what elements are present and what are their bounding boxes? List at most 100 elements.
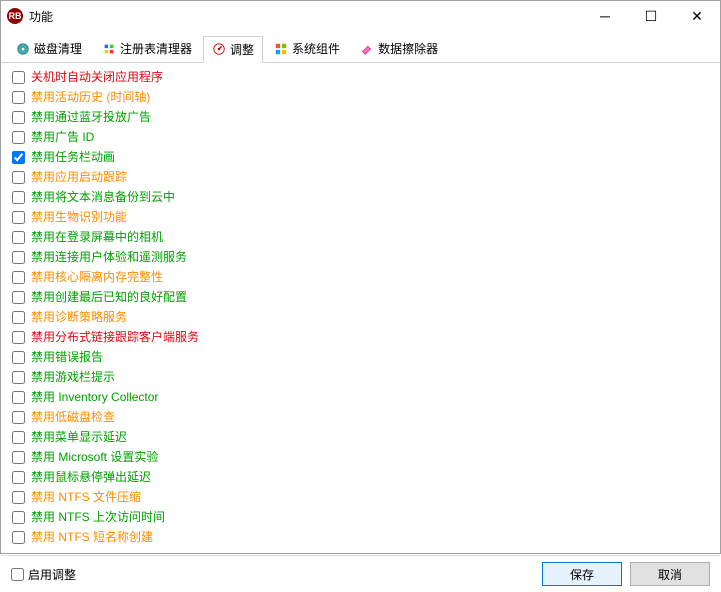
list-item[interactable]: 禁用鼠标悬停弹出延迟: [9, 467, 712, 487]
list-item[interactable]: 禁用核心隔离内存完整性: [9, 267, 712, 287]
item-checkbox[interactable]: [12, 371, 25, 384]
list-item[interactable]: 禁用通过蓝牙投放广告: [9, 107, 712, 127]
list-item[interactable]: 禁用 NTFS 上次访问时间: [9, 507, 712, 527]
item-checkbox[interactable]: [12, 231, 25, 244]
item-label: 禁用在登录屏幕中的相机: [31, 228, 163, 246]
item-label: 禁用菜单显示延迟: [31, 428, 127, 446]
app-window: RB 功能 ─ ☐ ✕ 磁盘清理 注册表清理器 调整 系统组件 数据擦除器: [0, 0, 721, 554]
item-label: 禁用 NTFS 上次访问时间: [31, 508, 165, 526]
windows-icon: [274, 42, 288, 56]
eraser-icon: [360, 42, 374, 56]
tab-label: 调整: [230, 41, 254, 58]
item-label: 禁用诊断策略服务: [31, 308, 127, 326]
item-label: 禁用通过蓝牙投放广告: [31, 108, 151, 126]
item-checkbox[interactable]: [12, 91, 25, 104]
item-label: 禁用低磁盘检查: [31, 408, 115, 426]
app-icon: RB: [7, 8, 23, 24]
item-label: 禁用生物识别功能: [31, 208, 127, 226]
item-label: 禁用游戏栏提示: [31, 368, 115, 386]
list-item[interactable]: 禁用广告 ID: [9, 127, 712, 147]
item-checkbox[interactable]: [12, 291, 25, 304]
tab-registry-cleaner[interactable]: 注册表清理器: [93, 35, 201, 62]
list-item[interactable]: 禁用游戏栏提示: [9, 367, 712, 387]
tab-disk-cleanup[interactable]: 磁盘清理: [7, 35, 91, 62]
list-item[interactable]: 禁用活动历史 (时间轴): [9, 87, 712, 107]
list-item[interactable]: 禁用 Microsoft 设置实验: [9, 447, 712, 467]
item-checkbox[interactable]: [12, 471, 25, 484]
item-label: 禁用 NTFS 短名称创建: [31, 528, 153, 546]
tab-tweaks[interactable]: 调整: [203, 36, 263, 63]
window-title: 功能: [29, 8, 582, 25]
list-item[interactable]: 禁用诊断策略服务: [9, 307, 712, 327]
item-checkbox[interactable]: [12, 391, 25, 404]
item-label: 禁用 NTFS 文件压缩: [31, 488, 141, 506]
gauge-icon: [212, 42, 226, 56]
item-checkbox[interactable]: [12, 431, 25, 444]
minimize-button[interactable]: ─: [582, 1, 628, 31]
list-item[interactable]: 禁用 NTFS 短名称创建: [9, 527, 712, 547]
item-label: 禁用任务栏动画: [31, 148, 115, 166]
item-checkbox[interactable]: [12, 351, 25, 364]
item-label: 禁用创建最后已知的良好配置: [31, 288, 187, 306]
item-checkbox[interactable]: [12, 331, 25, 344]
list-item[interactable]: 禁用低磁盘检查: [9, 407, 712, 427]
item-checkbox[interactable]: [12, 411, 25, 424]
list-item[interactable]: 禁用菜单显示延迟: [9, 427, 712, 447]
list-item[interactable]: 禁用错误报告: [9, 347, 712, 367]
item-checkbox[interactable]: [12, 491, 25, 504]
tab-label: 数据擦除器: [378, 40, 438, 57]
maximize-button[interactable]: ☐: [628, 1, 674, 31]
item-checkbox[interactable]: [12, 531, 25, 544]
tweaks-list[interactable]: 关机时自动关闭应用程序禁用活动历史 (时间轴) 禁用通过蓝牙投放广告禁用广告 ID…: [7, 65, 714, 549]
list-item[interactable]: 禁用连接用户体验和遥测服务: [9, 247, 712, 267]
item-checkbox[interactable]: [12, 131, 25, 144]
item-label: 禁用分布式链接跟踪客户端服务: [31, 328, 199, 346]
enable-tweak-label: 启用调整: [28, 566, 76, 583]
item-label: 禁用核心隔离内存完整性: [31, 268, 163, 286]
tab-label: 系统组件: [292, 40, 340, 57]
list-item[interactable]: 禁用将文本消息备份到云中: [9, 187, 712, 207]
tab-label: 磁盘清理: [34, 40, 82, 57]
close-button[interactable]: ✕: [674, 1, 720, 31]
item-label: 禁用将文本消息备份到云中: [31, 188, 175, 206]
item-label: 禁用广告 ID: [31, 128, 94, 146]
cancel-button[interactable]: 取消: [630, 562, 710, 586]
item-checkbox[interactable]: [12, 151, 25, 164]
list-item[interactable]: 禁用应用启动跟踪: [9, 167, 712, 187]
item-checkbox[interactable]: [12, 511, 25, 524]
list-item[interactable]: 禁用 NTFS 文件压缩: [9, 487, 712, 507]
enable-tweak-checkbox[interactable]: [11, 568, 24, 581]
item-label: 禁用活动历史 (时间轴): [31, 88, 150, 106]
item-checkbox[interactable]: [12, 191, 25, 204]
tab-bar: 磁盘清理 注册表清理器 调整 系统组件 数据擦除器: [1, 31, 720, 63]
item-checkbox[interactable]: [12, 271, 25, 284]
list-item[interactable]: 禁用 Inventory Collector: [9, 387, 712, 407]
window-controls: ─ ☐ ✕: [582, 1, 720, 31]
item-checkbox[interactable]: [12, 311, 25, 324]
item-checkbox[interactable]: [12, 171, 25, 184]
item-label: 禁用 Inventory Collector: [31, 388, 158, 406]
list-item[interactable]: 禁用在登录屏幕中的相机: [9, 227, 712, 247]
disk-icon: [16, 42, 30, 56]
item-checkbox[interactable]: [12, 211, 25, 224]
list-item[interactable]: 关机时自动关闭应用程序: [9, 67, 712, 87]
item-checkbox[interactable]: [12, 71, 25, 84]
item-label: 禁用鼠标悬停弹出延迟: [31, 468, 151, 486]
tab-system-components[interactable]: 系统组件: [265, 35, 349, 62]
item-label: 禁用连接用户体验和遥测服务: [31, 248, 187, 266]
item-checkbox[interactable]: [12, 251, 25, 264]
item-checkbox[interactable]: [12, 451, 25, 464]
list-item[interactable]: 禁用分布式链接跟踪客户端服务: [9, 327, 712, 347]
enable-tweak-toggle[interactable]: 启用调整: [11, 566, 534, 583]
save-button[interactable]: 保存: [542, 562, 622, 586]
registry-icon: [102, 42, 116, 56]
footer: 启用调整 保存 取消: [1, 555, 720, 592]
tab-data-eraser[interactable]: 数据擦除器: [351, 35, 447, 62]
list-item[interactable]: 禁用生物识别功能: [9, 207, 712, 227]
item-checkbox[interactable]: [12, 111, 25, 124]
item-label: 禁用错误报告: [31, 348, 103, 366]
item-label: 关机时自动关闭应用程序: [31, 68, 163, 86]
list-item[interactable]: 禁用任务栏动画: [9, 147, 712, 167]
tweaks-panel: 关机时自动关闭应用程序禁用活动历史 (时间轴) 禁用通过蓝牙投放广告禁用广告 ID…: [7, 65, 714, 549]
list-item[interactable]: 禁用创建最后已知的良好配置: [9, 287, 712, 307]
